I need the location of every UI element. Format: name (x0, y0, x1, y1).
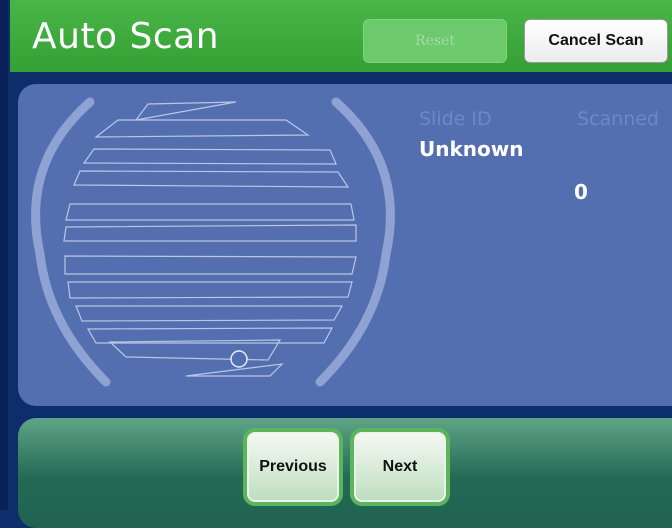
scan-stripe (64, 255, 357, 275)
scan-stripe (63, 224, 357, 242)
left-bracket-arc (31, 97, 111, 387)
scan-stripe (67, 281, 353, 299)
page-title: Auto Scan (32, 16, 220, 57)
window-left-edge (0, 0, 8, 510)
scan-stripe (134, 101, 237, 121)
reset-button[interactable]: Reset (363, 19, 507, 63)
scan-stripe (82, 148, 337, 165)
cancel-scan-button[interactable]: Cancel Scan (524, 19, 668, 63)
scan-pattern-graphic (31, 97, 395, 387)
slide-id-value: Unknown (419, 137, 524, 161)
previous-button[interactable]: Previous (243, 428, 343, 506)
scan-stripe (65, 203, 355, 221)
scanned-count-value: 0 (574, 180, 588, 204)
scanned-label: Scanned (577, 108, 659, 130)
scan-stripe (73, 170, 350, 188)
right-bracket-arc (315, 97, 395, 387)
next-button[interactable]: Next (350, 428, 450, 506)
scan-stripe (75, 305, 344, 322)
scan-stripe (94, 119, 310, 138)
footer-bar (18, 418, 672, 528)
slide-id-label: Slide ID (419, 108, 492, 130)
scan-position-marker (230, 350, 248, 368)
